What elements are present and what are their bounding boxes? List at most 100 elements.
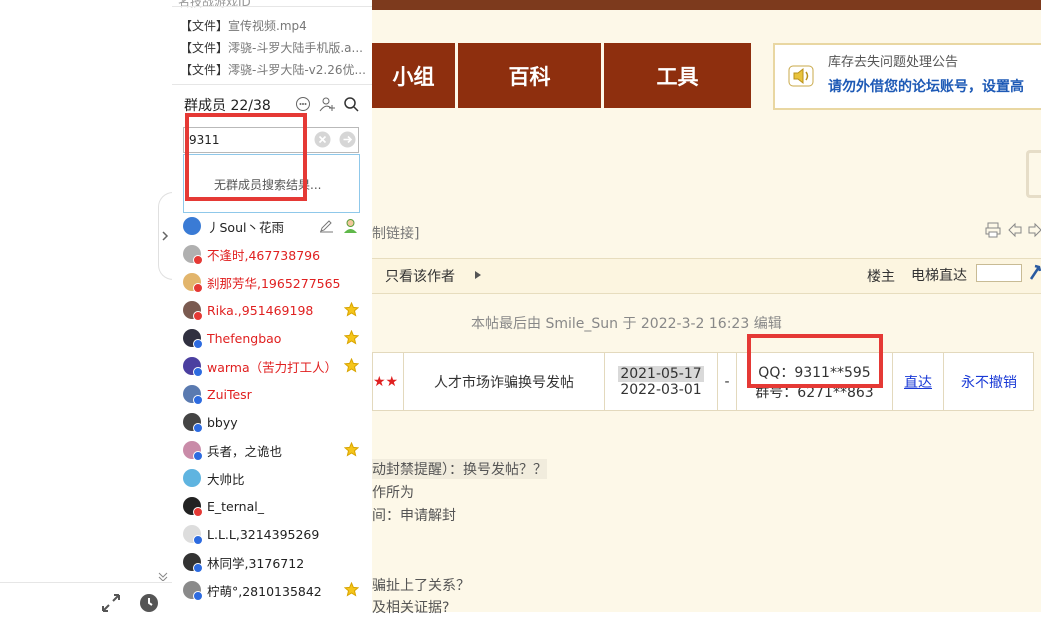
dates-cell: 2021-05-17 2022-03-01 bbox=[604, 353, 717, 410]
nav-label: 小组 bbox=[392, 64, 435, 89]
member-name: 不逢时,467738796 bbox=[207, 247, 321, 263]
nav-label: 百科 bbox=[508, 64, 551, 89]
left-blank-pane bbox=[0, 0, 173, 612]
divider bbox=[0, 582, 172, 583]
member-item[interactable]: 大帅比 bbox=[183, 464, 367, 492]
member-item[interactable]: 兵者，之诡也 bbox=[183, 436, 367, 464]
collapse-panel-tab[interactable] bbox=[158, 192, 173, 280]
edit-icon[interactable] bbox=[319, 218, 334, 237]
nav-group[interactable]: 小组 bbox=[372, 43, 455, 108]
date-end: 2022-03-01 bbox=[620, 381, 702, 398]
member-name: E_ternal_ bbox=[207, 498, 264, 514]
divider bbox=[172, 84, 372, 85]
member-item[interactable]: E_ternal_ bbox=[183, 492, 367, 520]
reason-cell: 人才市场诈骗换号发帖 bbox=[403, 353, 604, 410]
highlight-box bbox=[185, 113, 307, 201]
last-edit-note: 本帖最后由 Smile_Sun 于 2022-3-2 16:23 编辑 bbox=[471, 316, 782, 332]
clear-icon[interactable] bbox=[314, 131, 331, 152]
member-item[interactable]: 丿Soul丶花雨 bbox=[183, 212, 367, 240]
file-tag: 【文件】 bbox=[180, 63, 229, 77]
rating-stars: ★★ bbox=[373, 373, 399, 390]
member-name: ZuiTesr bbox=[207, 386, 252, 402]
body-line: 骗扯上了关系？ bbox=[372, 578, 470, 594]
avatar bbox=[183, 553, 203, 573]
star-icon bbox=[344, 302, 359, 317]
avatar bbox=[183, 273, 203, 293]
file-item[interactable]: 【文件】澪骁-斗罗大陆手机版.a... bbox=[180, 39, 370, 56]
scroll-down-icon[interactable] bbox=[158, 570, 168, 585]
triangle-right-icon bbox=[474, 269, 482, 284]
member-name: 兵者，之诡也 bbox=[207, 443, 283, 459]
member-name: warma（苦力打工人） bbox=[207, 359, 338, 375]
nav-label: 工具 bbox=[656, 64, 699, 89]
body-line: 间：申请解封 bbox=[372, 508, 456, 524]
body-line: 动封禁提醒）：换号发帖？？ bbox=[372, 459, 547, 479]
member-item[interactable]: Thefengbao bbox=[183, 324, 367, 352]
avatar bbox=[183, 497, 203, 517]
copy-link[interactable]: 制链接] bbox=[372, 223, 419, 243]
member-item[interactable]: 不逢时,467738796 bbox=[183, 240, 367, 268]
avatar bbox=[183, 357, 203, 377]
avatar bbox=[183, 217, 201, 235]
member-item[interactable]: ZuiTesr bbox=[183, 380, 367, 408]
panel-header-cut: 名技战游戏ID bbox=[178, 0, 251, 9]
add-member-icon[interactable] bbox=[319, 96, 335, 116]
next-icon[interactable] bbox=[1027, 222, 1041, 242]
highlight-box bbox=[747, 334, 883, 388]
member-item[interactable]: 林同学,3176712 bbox=[183, 548, 367, 576]
avatar bbox=[183, 525, 203, 545]
announcement-text[interactable]: 请勿外借您的论坛账号，设置高 bbox=[828, 76, 1024, 96]
avatar bbox=[183, 245, 203, 265]
star-icon bbox=[344, 358, 359, 373]
ban-status: 永不撤销 bbox=[943, 353, 1034, 410]
star-icon bbox=[344, 330, 359, 345]
direct-link[interactable]: 直达 bbox=[892, 353, 943, 410]
nav-wiki[interactable]: 百科 bbox=[458, 43, 601, 108]
file-tag: 【文件】 bbox=[180, 19, 229, 33]
star-icon bbox=[344, 582, 359, 597]
member-name: 林同学,3176712 bbox=[207, 555, 305, 571]
avatar bbox=[183, 301, 203, 321]
prev-icon[interactable] bbox=[1007, 222, 1023, 242]
member-name: 柠萌°,2810135842 bbox=[207, 583, 322, 599]
go-arrow-icon[interactable] bbox=[339, 131, 356, 152]
member-name: Thefengbao bbox=[207, 330, 282, 346]
avatar bbox=[183, 441, 203, 461]
file-item[interactable]: 【文件】宣传视频.mp4 bbox=[180, 17, 370, 34]
members-title: 群成员 22/38 bbox=[184, 98, 271, 114]
announcement-title[interactable]: 库存去失问题处理公告 bbox=[828, 51, 958, 70]
member-item[interactable]: 刹那芳华,1965277565 bbox=[183, 268, 367, 296]
go-icon[interactable] bbox=[1029, 263, 1041, 285]
star-icon bbox=[344, 442, 359, 457]
chevron-right-icon bbox=[162, 231, 169, 241]
avatar bbox=[183, 413, 203, 433]
file-tag: 【文件】 bbox=[180, 41, 229, 55]
file-name: 宣传视频.mp4 bbox=[228, 19, 307, 33]
date-start: 2021-05-17 bbox=[618, 365, 704, 382]
print-icon[interactable] bbox=[985, 222, 1001, 242]
member-item[interactable]: bbyy bbox=[183, 408, 367, 436]
elevator-input[interactable] bbox=[976, 264, 1022, 282]
file-item[interactable]: 【文件】澪骁-斗罗大陆-v2.26优... bbox=[180, 61, 370, 78]
file-name: 澪骁-斗罗大陆-v2.26优... bbox=[228, 63, 366, 77]
clock-icon[interactable] bbox=[138, 592, 160, 614]
member-name: bbyy bbox=[207, 414, 238, 430]
member-name: 大帅比 bbox=[207, 471, 245, 487]
expand-icon[interactable] bbox=[100, 592, 122, 614]
person-icon bbox=[342, 217, 359, 238]
member-item[interactable]: 柠萌°,2810135842 bbox=[183, 576, 367, 604]
member-item[interactable]: warma（苦力打工人） bbox=[183, 352, 367, 380]
member-item[interactable]: Rika.,951469198 bbox=[183, 296, 367, 324]
partial-icon bbox=[1026, 150, 1041, 198]
search-icon[interactable] bbox=[343, 96, 359, 116]
only-author-link[interactable]: 只看该作者 bbox=[385, 266, 455, 286]
member-name: L.L.L,3214395269 bbox=[207, 526, 320, 542]
member-name: 丿Soul丶花雨 bbox=[207, 219, 284, 235]
member-name: 刹那芳华,1965277565 bbox=[207, 275, 341, 291]
member-name: Rika.,951469198 bbox=[207, 302, 314, 318]
table-row: ★★ 人才市场诈骗换号发帖 2021-05-17 2022-03-01 - QQ… bbox=[372, 352, 1034, 411]
nav-tools[interactable]: 工具 bbox=[604, 43, 751, 108]
avatar bbox=[183, 469, 201, 487]
avatar bbox=[183, 329, 203, 349]
member-item[interactable]: L.L.L,3214395269 bbox=[183, 520, 367, 548]
